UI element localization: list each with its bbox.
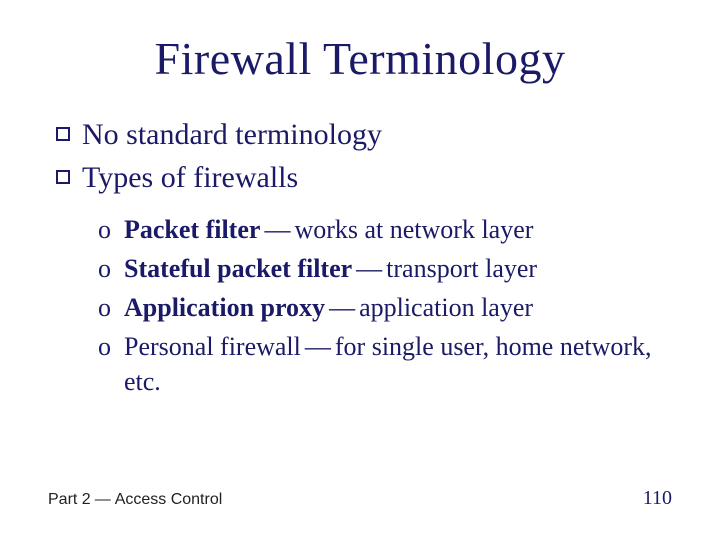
emdash-icon: — (325, 290, 359, 325)
term-bold: Stateful packet filter (124, 254, 352, 283)
emdash-icon: — (260, 212, 294, 247)
bullet-item: Types of firewalls (56, 158, 672, 199)
slide-title: Firewall Terminology (48, 32, 672, 85)
o-bullet-icon: o (98, 212, 120, 247)
emdash-icon: — (352, 251, 386, 286)
footer-left: Part 2—Access Control (48, 491, 222, 509)
sub-bullet-text: Personal firewall—for single user, home … (124, 329, 672, 399)
sub-bullet-item: o Personal firewall—for single user, hom… (98, 329, 672, 399)
footer-part: Part 2 (48, 491, 91, 508)
sub-bullet-text: Application proxy—application layer (124, 290, 672, 325)
sub-bullet-list: o Packet filter—works at network layer o… (98, 212, 672, 399)
term-rest: application layer (359, 293, 533, 322)
emdash-icon: — (91, 491, 115, 509)
o-bullet-icon: o (98, 290, 120, 325)
sub-bullet-item: o Application proxy—application layer (98, 290, 672, 325)
sub-bullet-text: Packet filter—works at network layer (124, 212, 672, 247)
term-bold: Application proxy (124, 293, 325, 322)
term-rest: transport layer (386, 254, 537, 283)
bullet-text: Types of firewalls (82, 158, 298, 199)
bullet-text: No standard terminology (82, 115, 382, 156)
footer-section: Access Control (115, 491, 223, 508)
term-rest: works at network layer (294, 215, 533, 244)
bullet-list: No standard terminology Types of firewal… (56, 115, 672, 399)
slide-footer: Part 2—Access Control 110 (48, 487, 672, 510)
term-bold: Packet filter (124, 215, 260, 244)
term-plain: Personal firewall (124, 332, 301, 361)
sub-bullet-text: Stateful packet filter—transport layer (124, 251, 672, 286)
sub-bullet-item: o Stateful packet filter—transport layer (98, 251, 672, 286)
square-bullet-icon (56, 170, 70, 184)
page-number: 110 (643, 487, 672, 510)
sub-bullet-item: o Packet filter—works at network layer (98, 212, 672, 247)
bullet-item: No standard terminology (56, 115, 672, 156)
square-bullet-icon (56, 127, 70, 141)
emdash-icon: — (301, 329, 335, 364)
o-bullet-icon: o (98, 251, 120, 286)
o-bullet-icon: o (98, 329, 120, 364)
